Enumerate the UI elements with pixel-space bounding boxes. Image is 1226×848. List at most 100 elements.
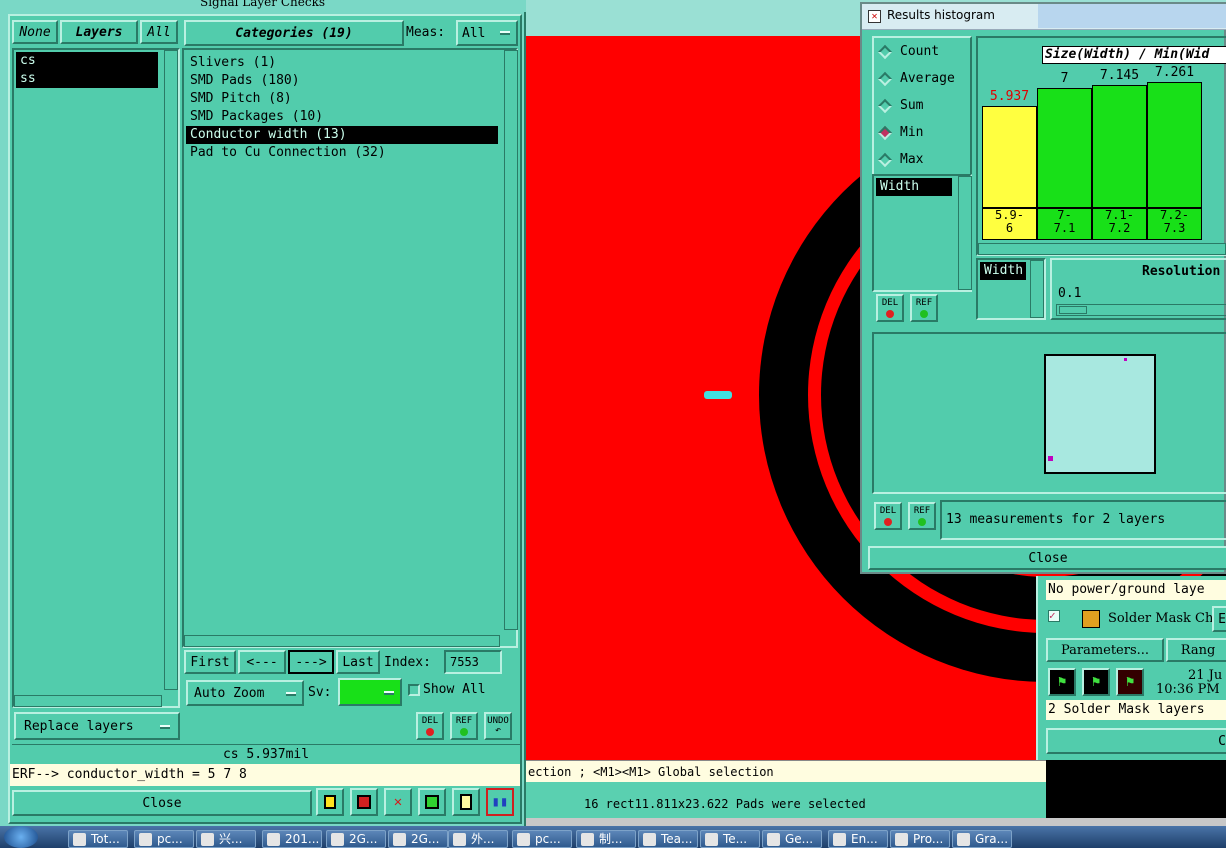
categories-scrollbar[interactable]	[504, 50, 518, 630]
undo-button[interactable]: UNDO ↶	[484, 712, 512, 740]
radio-icon	[877, 71, 893, 86]
sv-color-dropdown[interactable]	[338, 678, 402, 706]
histogram-icon[interactable]: ▮▮	[486, 788, 514, 816]
index-input[interactable]: 7553	[444, 650, 502, 674]
mode-radio-min[interactable]: Min	[877, 125, 923, 140]
taskbar-item[interactable]: 兴...	[196, 830, 256, 848]
zoom-layer-icon[interactable]	[350, 788, 378, 816]
resolution-slider[interactable]	[1056, 304, 1226, 316]
ref-button[interactable]: REF	[450, 712, 478, 740]
last-button[interactable]: Last	[336, 650, 380, 674]
histogram-bar[interactable]	[1092, 85, 1147, 208]
preview-ref-label: REF	[913, 505, 931, 516]
category-item[interactable]: Conductor width (13)	[186, 126, 498, 144]
histogram-chart[interactable]: Size(Width) / Min(Wid 5.937 7 7.145 7.261 5…	[976, 36, 1226, 256]
category-item[interactable]: SMD Pads (180)	[186, 72, 498, 90]
taskbar-item[interactable]: 2G...	[326, 830, 386, 848]
taskbar-item[interactable]: Tea...	[638, 830, 698, 848]
taskbar-item-label: pc...	[157, 832, 183, 846]
category-item[interactable]: Slivers (1)	[186, 54, 498, 72]
solder-mask-checkbox[interactable]: ✓	[1048, 610, 1060, 622]
taskbar-item[interactable]: 制...	[576, 830, 636, 848]
taskbar-item[interactable]: Gra...	[952, 830, 1012, 848]
close-button[interactable]: Close	[12, 790, 312, 816]
run-time: 10:36 PM	[1156, 682, 1220, 697]
taskbar-item-label: Gra...	[975, 832, 1009, 846]
replace-layers-dropdown[interactable]: Replace layers	[14, 712, 180, 740]
solder-mask-icon	[1082, 610, 1100, 628]
taskbar-item[interactable]: En...	[828, 830, 888, 848]
preview-del-button[interactable]: DEL	[874, 502, 902, 530]
width-list[interactable]: Width	[976, 258, 1046, 320]
categories-hscrollbar[interactable]	[184, 635, 500, 647]
categories-list[interactable]: Slivers (1) SMD Pads (180) SMD Pitch (8) SM…	[182, 48, 518, 648]
layers-scrollbar[interactable]	[164, 50, 178, 690]
taskbar-item[interactable]: 201...	[262, 830, 322, 848]
run-icon-3[interactable]: ⚑	[1116, 668, 1144, 696]
radio-icon	[877, 44, 893, 59]
mode-radio-sum[interactable]: Sum	[877, 98, 923, 113]
width-list-item[interactable]: Width	[980, 262, 1026, 280]
histogram-bar[interactable]	[1147, 82, 1202, 208]
taskbar-item[interactable]: 2G...	[388, 830, 448, 848]
erf-off-icon[interactable]: ✕	[384, 788, 412, 816]
layer-item-ss[interactable]: ss	[16, 70, 158, 88]
taskbar-item[interactable]: Tot...	[68, 830, 128, 848]
histogram-bar[interactable]	[1037, 88, 1092, 208]
replace-layers-label: Replace layers	[24, 718, 134, 734]
meas-dropdown[interactable]: All	[456, 20, 518, 46]
preview-area[interactable]	[872, 332, 1226, 494]
measure-item-width[interactable]: Width	[876, 178, 952, 196]
hist-del-button[interactable]: DEL	[876, 294, 904, 322]
preview-ref-button[interactable]: REF	[908, 502, 936, 530]
app-icon	[957, 833, 970, 846]
taskbar-item[interactable]: Te...	[700, 830, 760, 848]
histogram-bar[interactable]	[982, 106, 1037, 208]
category-item[interactable]: SMD Pitch (8)	[186, 90, 498, 108]
run-icon-2[interactable]: ⚑	[1082, 668, 1110, 696]
taskbar-item[interactable]: Pro...	[890, 830, 950, 848]
taskbar-item[interactable]: pc...	[134, 830, 194, 848]
slider-thumb[interactable]	[1059, 306, 1087, 314]
notes-icon[interactable]	[452, 788, 480, 816]
mode-radio-average[interactable]: Average	[877, 71, 955, 86]
layer-item-cs[interactable]: cs	[16, 52, 158, 70]
layers-hscrollbar[interactable]	[14, 695, 162, 707]
taskbar-item-label: 外...	[471, 832, 495, 846]
histogram-title: Results histogram	[887, 8, 995, 22]
report-icon[interactable]	[418, 788, 446, 816]
category-item[interactable]: Pad to Cu Connection (32)	[186, 144, 498, 162]
prev-button[interactable]: <---	[238, 650, 286, 674]
hist-ref-button[interactable]: REF	[910, 294, 938, 322]
taskbar-item-label: 201...	[285, 832, 320, 846]
mode-radio-max[interactable]: Max	[877, 152, 923, 167]
category-item[interactable]: SMD Packages (10)	[186, 108, 498, 126]
app-icon	[393, 833, 406, 846]
next-button[interactable]: --->	[288, 650, 334, 674]
taskbar-item[interactable]: Ge...	[762, 830, 822, 848]
ranges-button[interactable]: Rang	[1166, 638, 1226, 662]
histogram-close-button[interactable]: Close	[868, 546, 1226, 570]
solder-mask-extra[interactable]: E	[1212, 606, 1226, 632]
layers-button[interactable]: Layers	[60, 20, 138, 44]
run-icon-1[interactable]: ⚑	[1048, 668, 1076, 696]
measure-list[interactable]: Width	[872, 174, 972, 292]
mode-radio-count[interactable]: Count	[877, 44, 940, 59]
show-all-checkbox[interactable]	[408, 684, 420, 696]
first-button[interactable]: First	[184, 650, 236, 674]
mode-label: Count	[900, 44, 940, 59]
start-button[interactable]	[4, 826, 38, 848]
taskbar-item[interactable]: pc...	[512, 830, 572, 848]
status-line-1: ection ; <M1><M1> Global selection	[526, 760, 1046, 782]
selected-measurement-marker	[704, 391, 732, 399]
solder-close-button[interactable]: C	[1046, 728, 1226, 754]
app-icon	[833, 833, 846, 846]
all-button[interactable]: All	[140, 20, 178, 44]
none-button[interactable]: None	[12, 20, 58, 44]
auto-zoom-dropdown[interactable]: Auto Zoom	[186, 680, 304, 706]
del-button[interactable]: DEL	[416, 712, 444, 740]
taskbar-item[interactable]: 外...	[448, 830, 508, 848]
parameters-button[interactable]: Parameters...	[1046, 638, 1164, 662]
pan-icon[interactable]	[316, 788, 344, 816]
layers-list[interactable]: cs ss	[12, 48, 180, 708]
